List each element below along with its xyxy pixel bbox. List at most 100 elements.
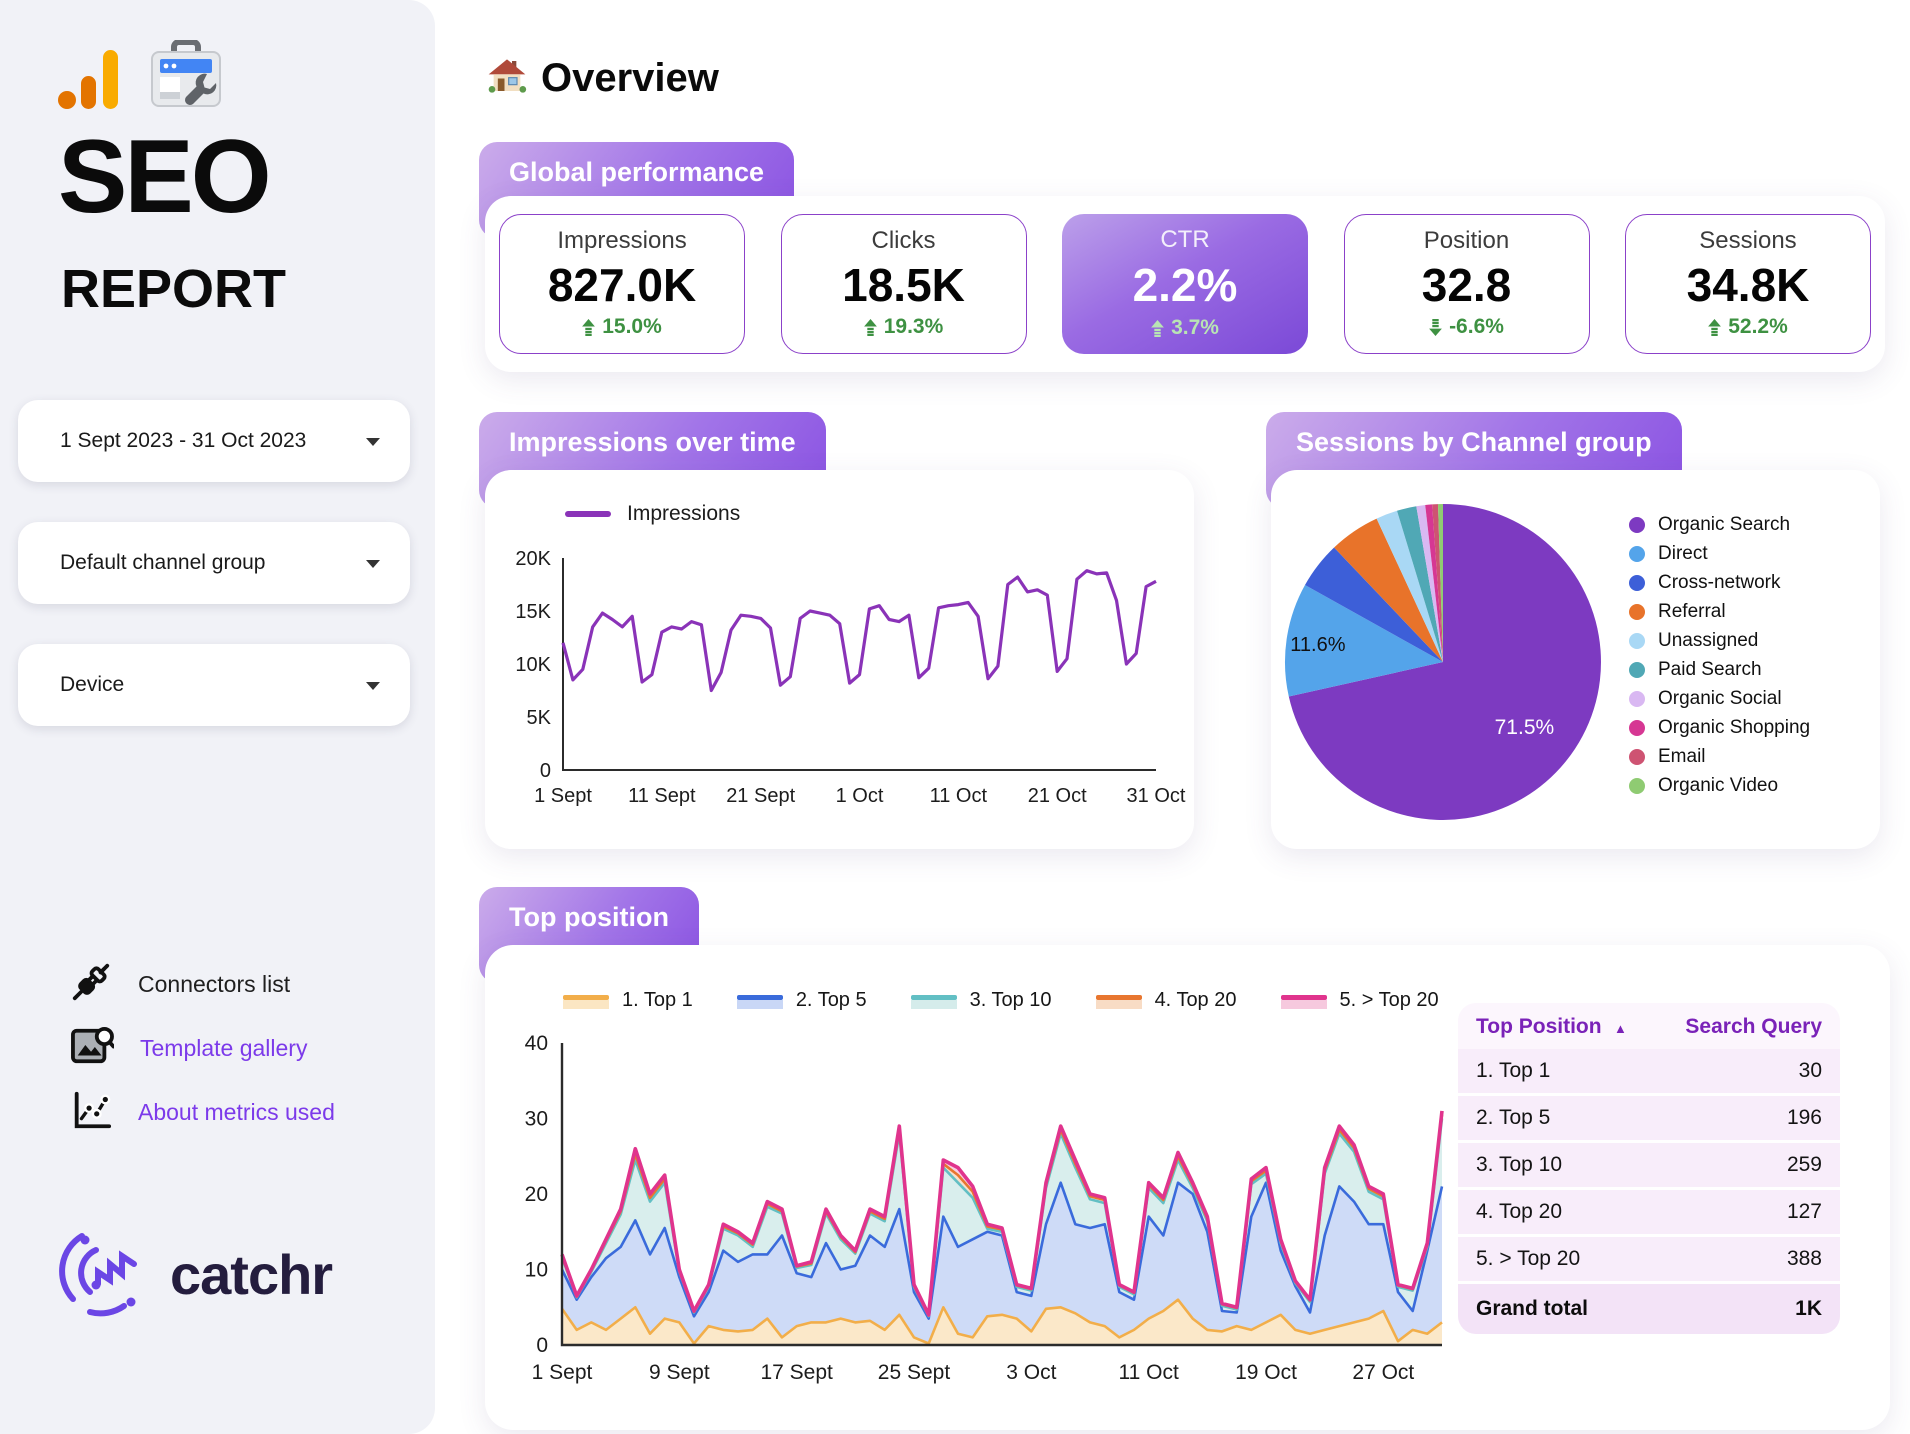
top-position-card: 1. Top 1 2. Top 5 3. Top 10 4. Top 20 5. > T…	[485, 945, 1890, 1430]
svg-text:20K: 20K	[515, 548, 551, 570]
svg-text:3 Oct: 3 Oct	[1006, 1361, 1056, 1384]
kpi-card-sessions: Sessions34.8K52.2%	[1625, 214, 1871, 354]
svg-text:10K: 10K	[515, 654, 551, 676]
table-header-row: Top Position ▲ Search Query	[1458, 1003, 1840, 1049]
kpi-value: 34.8K	[1687, 262, 1810, 308]
legend-label: Organic Search	[1658, 514, 1790, 536]
legend-swatch	[911, 992, 957, 1009]
svg-text:0: 0	[536, 1334, 548, 1357]
svg-text:11 Sept: 11 Sept	[628, 785, 696, 807]
table-cell-position: 3. Top 10	[1476, 1153, 1562, 1177]
kpi-delta-value: 3.7%	[1171, 316, 1219, 340]
sidebar-link-connectors-list[interactable]: Connectors list	[70, 962, 335, 1006]
legend-label: Cross-network	[1658, 572, 1780, 594]
legend-swatch	[1281, 992, 1327, 1009]
svg-text:21 Sept: 21 Sept	[726, 785, 795, 807]
top-legend-item: 3. Top 10	[911, 989, 1052, 1012]
svg-text:0: 0	[540, 760, 551, 782]
table-row: 1. Top 130	[1458, 1049, 1840, 1096]
legend-swatch	[1096, 992, 1142, 1009]
svg-text:40: 40	[525, 1032, 548, 1055]
filter-dropdown-label: 1 Sept 2023 - 31 Oct 2023	[60, 429, 306, 453]
kpi-value: 32.8	[1422, 262, 1512, 308]
table-row: 2. Top 5196	[1458, 1096, 1840, 1143]
catchr-logo-text: catchr	[170, 1242, 332, 1307]
kpi-delta-value: -6.6%	[1449, 315, 1504, 339]
svg-text:17 Sept: 17 Sept	[760, 1361, 833, 1384]
pie-legend-item: Referral	[1629, 597, 1810, 626]
sidebar-title: SEO	[58, 118, 269, 237]
sidebar-link-label: About metrics used	[138, 1099, 335, 1126]
sidebar-links: Connectors list Template gallery About met…	[70, 962, 335, 1154]
filter-dropdown-2[interactable]: Device	[18, 644, 410, 726]
table-cell-position: 1. Top 1	[1476, 1059, 1550, 1083]
sidebar-link-template-gallery[interactable]: Template gallery	[70, 1026, 335, 1070]
pie-legend-item: Cross-network	[1629, 568, 1810, 597]
svg-text:11 Oct: 11 Oct	[1119, 1361, 1179, 1384]
legend-swatch-fill	[1096, 1000, 1142, 1009]
svg-text:1 Oct: 1 Oct	[836, 785, 884, 807]
svg-text:10: 10	[525, 1259, 548, 1282]
kpi-value: 18.5K	[842, 262, 965, 308]
legend-swatch	[737, 992, 783, 1009]
svg-text:21 Oct: 21 Oct	[1028, 785, 1087, 807]
arrow-up-icon	[864, 319, 877, 336]
pie-legend-item: Unassigned	[1629, 626, 1810, 655]
chevron-down-icon	[366, 682, 380, 690]
page-title: Overview	[541, 56, 719, 101]
legend-label: Organic Social	[1658, 688, 1782, 710]
table-header-position[interactable]: Top Position	[1476, 1015, 1602, 1038]
legend-swatch-fill	[737, 1000, 783, 1009]
kpi-label: Impressions	[557, 227, 686, 255]
kpi-card-ctr: CTR2.2%3.7%	[1062, 214, 1308, 354]
top-legend-item: 4. Top 20	[1096, 989, 1237, 1012]
top-legend-item: 1. Top 1	[563, 989, 693, 1012]
filter-list: 1 Sept 2023 - 31 Oct 2023 Default channel…	[18, 400, 410, 766]
arrow-up-icon	[582, 319, 595, 336]
kpi-delta-value: 52.2%	[1728, 315, 1788, 339]
table-header-search-query[interactable]: Search Query	[1685, 1015, 1822, 1039]
filter-dropdown-0[interactable]: 1 Sept 2023 - 31 Oct 2023	[18, 400, 410, 482]
filter-dropdown-1[interactable]: Default channel group	[18, 522, 410, 604]
kpi-label: Clicks	[872, 227, 936, 255]
pie-legend-item: Organic Shopping	[1629, 713, 1810, 742]
svg-text:1 Sept: 1 Sept	[534, 785, 592, 807]
sidebar-link-label: Connectors list	[138, 971, 290, 998]
svg-text:5K: 5K	[527, 707, 552, 729]
pie-legend-item: Email	[1629, 742, 1810, 771]
impressions-legend-label: Impressions	[627, 502, 740, 526]
grand-total-value: 1K	[1795, 1297, 1822, 1321]
svg-text:71.5%: 71.5%	[1495, 716, 1555, 739]
pie-legend-item: Organic Social	[1629, 684, 1810, 713]
sort-ascending-icon[interactable]: ▲	[1614, 1021, 1627, 1036]
impressions-legend-swatch	[565, 511, 611, 517]
arrow-up-icon	[1708, 319, 1721, 336]
legend-color-dot	[1629, 575, 1645, 591]
chevron-down-icon	[366, 438, 380, 446]
kpi-card-position: Position32.8-6.6%	[1344, 214, 1590, 354]
svg-text:30: 30	[525, 1108, 548, 1131]
legend-color-dot	[1629, 546, 1645, 562]
legend-label: 5. > Top 20	[1340, 989, 1439, 1012]
svg-text:25 Sept: 25 Sept	[878, 1361, 951, 1384]
svg-text:11 Oct: 11 Oct	[930, 785, 988, 807]
pie-legend: Organic SearchDirectCross-networkReferra…	[1629, 510, 1810, 800]
top-legend-item: 5. > Top 20	[1281, 989, 1439, 1012]
svg-text:15K: 15K	[515, 601, 551, 623]
svg-text:27 Oct: 27 Oct	[1352, 1361, 1414, 1384]
filter-dropdown-label: Device	[60, 673, 124, 697]
sidebar-link-about-metrics-used[interactable]: About metrics used	[70, 1090, 335, 1134]
sidebar-subtitle: REPORT	[61, 258, 286, 320]
kpi-value: 827.0K	[548, 262, 696, 308]
legend-color-dot	[1629, 691, 1645, 707]
google-analytics-icon	[57, 48, 119, 115]
legend-label: Organic Video	[1658, 775, 1778, 797]
page-header: Overview	[487, 56, 719, 101]
top-legend-item: 2. Top 5	[737, 989, 867, 1012]
kpi-delta: 15.0%	[582, 315, 662, 339]
legend-color-dot	[1629, 633, 1645, 649]
top-position-table: Top Position ▲ Search Query 1. Top 1302.…	[1458, 1003, 1840, 1334]
kpi-delta-value: 15.0%	[602, 315, 662, 339]
sidebar-link-label: Template gallery	[140, 1035, 307, 1062]
legend-label: 1. Top 1	[622, 989, 693, 1012]
